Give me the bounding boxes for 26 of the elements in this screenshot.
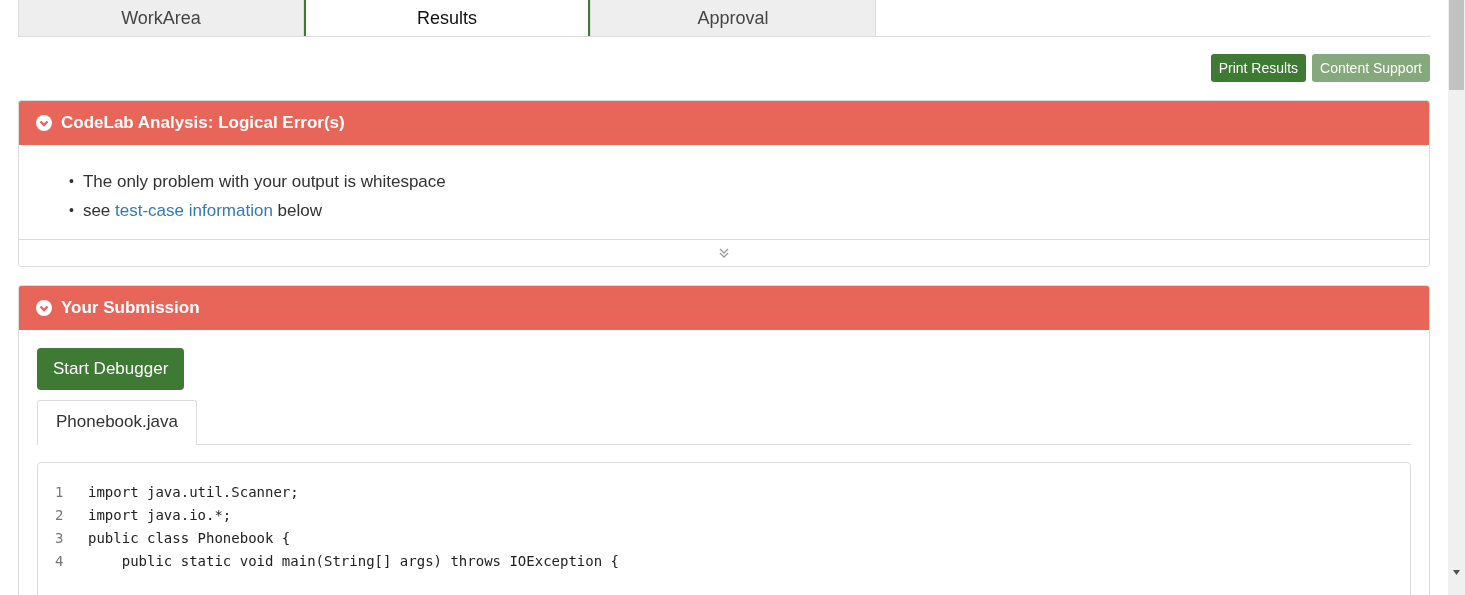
bullet: • bbox=[69, 172, 74, 191]
panel-header[interactable]: CodeLab Analysis: Logical Error(s) bbox=[19, 101, 1429, 145]
bullet: • bbox=[69, 201, 74, 220]
panel-title: CodeLab Analysis: Logical Error(s) bbox=[61, 113, 345, 133]
line-number: 3 bbox=[54, 529, 65, 548]
line-number: 4 bbox=[54, 552, 65, 571]
analysis-message: The only problem with your output is whitespace bbox=[82, 171, 446, 193]
panel-header[interactable]: Your Submission bbox=[19, 286, 1429, 330]
tab[interactable]: Results bbox=[304, 0, 590, 36]
double-chevron-icon[interactable] bbox=[718, 247, 730, 259]
start-debugger-button[interactable]: Start Debugger bbox=[37, 348, 185, 390]
info-link[interactable]: test-case information bbox=[115, 201, 273, 220]
file-tab[interactable]: Phonebook.java bbox=[37, 400, 197, 445]
code-line: import java.io.*; bbox=[88, 506, 232, 525]
tab[interactable]: Approval bbox=[590, 0, 876, 36]
line-number: 2 bbox=[54, 506, 65, 525]
chevron-down-icon[interactable] bbox=[36, 115, 52, 131]
chevron-down-icon[interactable] bbox=[36, 300, 52, 316]
code-line: public class Phonebook { bbox=[88, 529, 291, 548]
panel-title: Your Submission bbox=[61, 298, 200, 318]
code-line: import java.util.Scanner; bbox=[88, 483, 299, 502]
analysis-message: see test-case information below bbox=[82, 200, 322, 222]
tab[interactable]: WorkArea bbox=[18, 0, 304, 36]
line-number: 1 bbox=[54, 483, 65, 502]
code-line: public static void main(String[] args) throws IOException { bbox=[120, 552, 619, 571]
action-button[interactable]: Print Results bbox=[1210, 54, 1307, 82]
